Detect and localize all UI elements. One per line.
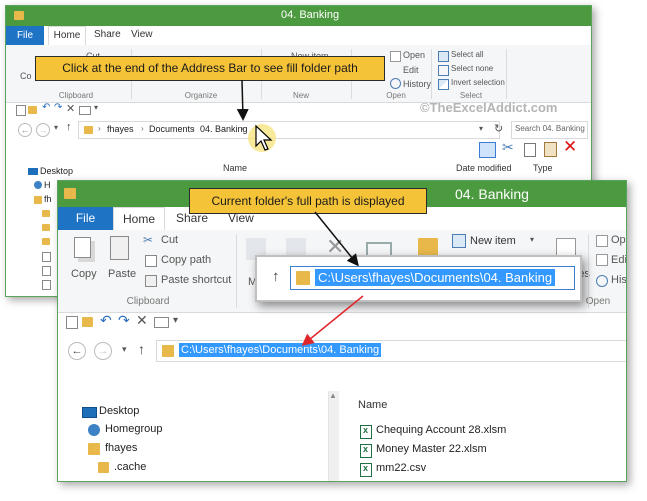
callout-arrows — [236, 79, 364, 346]
arrow-to-address-end — [236, 79, 249, 121]
arrow-red-to-address-bar — [301, 295, 364, 346]
arrow-to-zoomed-path — [314, 211, 359, 267]
